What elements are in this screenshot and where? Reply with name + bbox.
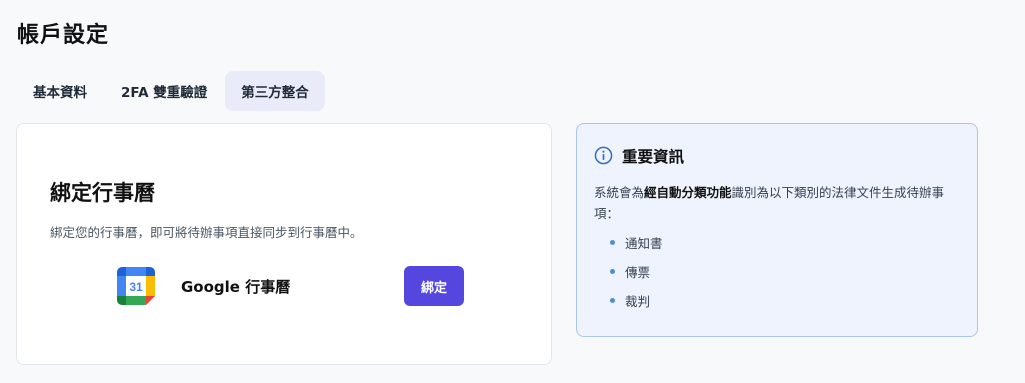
list-item-label: 通知書 bbox=[625, 236, 663, 251]
provider-label: Google 行事曆 bbox=[181, 278, 291, 296]
bullet-icon bbox=[610, 240, 615, 245]
page-title: 帳戶設定 bbox=[17, 23, 110, 48]
tab-third-party-integration[interactable]: 第三方整合 bbox=[225, 71, 325, 111]
calendar-binding-card: 綁定行事曆 綁定您的行事曆，即可將待辦事項直接同步到行事曆中。 31 Googl… bbox=[16, 123, 552, 365]
card-title: 綁定行事曆 bbox=[50, 181, 155, 205]
info-text-bold: 經自動分類功能 bbox=[644, 185, 732, 200]
settings-tabs: 基本資料 2FA 雙重驗證 第三方整合 bbox=[17, 71, 327, 111]
tab-basic-info[interactable]: 基本資料 bbox=[17, 71, 103, 111]
list-item: 傳票 bbox=[610, 257, 663, 286]
info-panel: 重要資訊 系統會為經自動分類功能識別為以下類別的法律文件生成待辦事項： 通知書 … bbox=[576, 123, 978, 337]
bullet-icon bbox=[610, 269, 615, 274]
info-title: 重要資訊 bbox=[622, 148, 685, 166]
document-category-list: 通知書 傳票 裁判 bbox=[610, 228, 663, 315]
list-item: 通知書 bbox=[610, 228, 663, 257]
bullet-icon bbox=[610, 298, 615, 303]
card-description: 綁定您的行事曆，即可將待辦事項直接同步到行事曆中。 bbox=[50, 225, 363, 240]
tab-2fa[interactable]: 2FA 雙重驗證 bbox=[105, 71, 223, 111]
calendar-day-text: 31 bbox=[129, 280, 143, 294]
list-item: 裁判 bbox=[610, 286, 663, 315]
info-text: 系統會為經自動分類功能識別為以下類別的法律文件生成待辦事項： bbox=[594, 182, 964, 224]
info-text-before: 系統會為 bbox=[594, 185, 645, 200]
info-icon bbox=[594, 146, 613, 165]
google-calendar-icon: 31 bbox=[117, 267, 155, 305]
list-item-label: 裁判 bbox=[625, 294, 651, 309]
list-item-label: 傳票 bbox=[625, 265, 651, 280]
bind-button[interactable]: 綁定 bbox=[404, 266, 464, 306]
account-settings-page: 帳戶設定 基本資料 2FA 雙重驗證 第三方整合 綁定行事曆 綁定您的行事曆，即… bbox=[0, 0, 1025, 383]
